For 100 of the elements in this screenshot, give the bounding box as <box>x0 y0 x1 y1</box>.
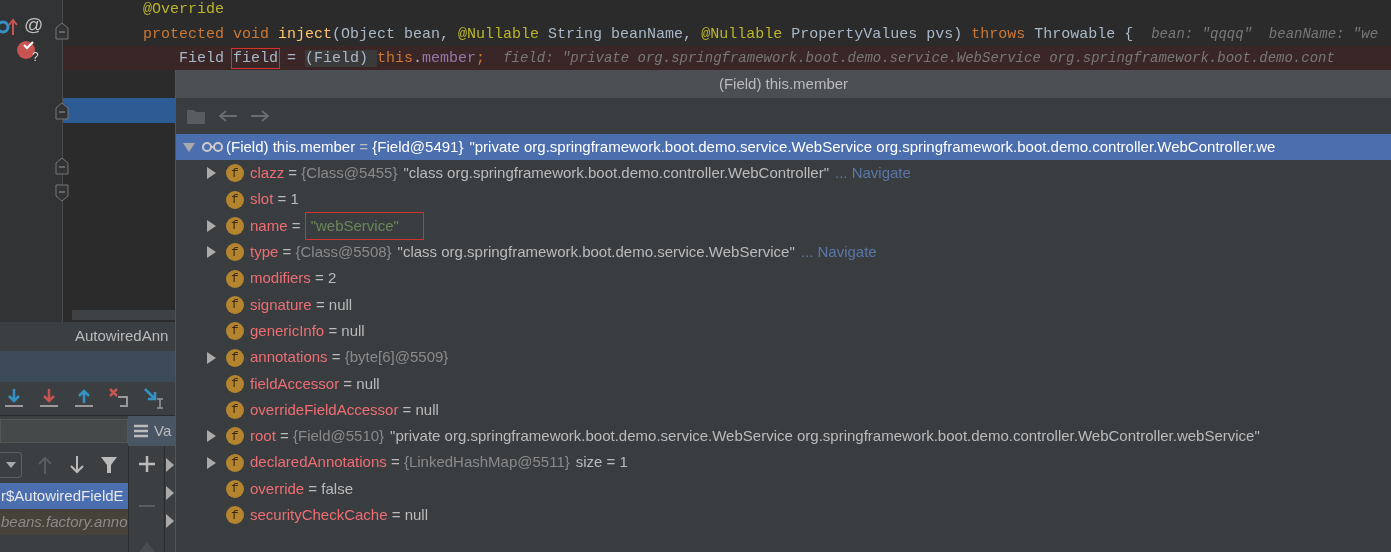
equals-sign: = <box>281 242 293 263</box>
tree-row[interactable]: f slot = 1 <box>176 186 1391 213</box>
forward-arrow-icon[interactable] <box>250 109 270 123</box>
variable-value: null <box>328 294 353 315</box>
field-icon: f <box>226 374 244 393</box>
fold-icon[interactable] <box>54 22 70 40</box>
variable-name: (Field) this.member <box>226 136 356 157</box>
variable-value: "class org.springframework.boot.demo.service.WebService" <box>397 242 795 263</box>
down-arrow-icon[interactable] <box>68 454 86 475</box>
variable-value: null <box>415 399 439 420</box>
run-to-cursor-icon[interactable] <box>143 387 165 410</box>
variable-value: 2 <box>327 268 337 289</box>
object-reference: {Field@5510} <box>292 426 385 447</box>
field-icon: f <box>226 269 244 288</box>
variable-value: "class org.springframework.boot.demo.controller.WebController" <box>403 163 829 184</box>
variable-name: overrideFieldAccessor <box>250 399 399 420</box>
tree-row[interactable]: f override = false <box>176 475 1391 503</box>
field-icon: f <box>226 295 244 314</box>
frame-dropdown[interactable] <box>0 451 22 478</box>
fold-icon[interactable] <box>54 184 70 202</box>
tree-row[interactable]: f clazz = {Class@5455} "class org.springframework.boot.demo.controller.WebController" ... Navigate <box>176 160 1391 187</box>
tree-row[interactable]: f signature = null <box>176 291 1391 319</box>
expand-triangle-icon[interactable] <box>204 350 218 365</box>
tree-row[interactable]: (Field) this.member = {Field@5491} "private org.springframework.boot.demo.service.WebService org.springframework.boot.demo.controller.WebController.we <box>176 134 1391 161</box>
equals-sign: = <box>314 268 325 289</box>
field-icon: f <box>226 506 244 525</box>
equals-sign: = <box>330 347 342 368</box>
field-icon: f <box>226 243 244 262</box>
popup-title: (Field) this.member <box>718 73 849 94</box>
variable-value: null <box>356 373 380 394</box>
equals-sign: = <box>276 189 288 210</box>
step-into-icon[interactable] <box>38 387 60 410</box>
tree-row[interactable]: f declaredAnnotations = {LinkedHashMap@5511} size = 1 <box>176 449 1391 476</box>
stack-frame[interactable]: r$AutowiredFieldE <box>0 483 128 509</box>
variable-value: false <box>321 478 353 499</box>
equals-sign: = <box>390 505 402 526</box>
expand-triangle-icon[interactable] <box>166 486 174 500</box>
tree-row[interactable]: f securityCheckCache = null <box>176 502 1391 529</box>
variable-value: null <box>404 505 429 526</box>
stack-frame[interactable]: beans.factory.anno <box>0 509 128 535</box>
field-icon: f <box>226 164 244 183</box>
variable-name: declaredAnnotations <box>250 452 387 473</box>
input-field[interactable] <box>0 418 128 443</box>
caret-icon <box>5 461 16 468</box>
object-reference: {LinkedHashMap@5511} <box>403 452 570 473</box>
at-sign-icon[interactable]: @ <box>24 15 44 35</box>
variable-name: clazz <box>250 163 285 184</box>
equals-sign: = <box>290 215 302 236</box>
variable-name: annotations <box>250 347 328 368</box>
code-line: @Override <box>142 0 225 20</box>
back-arrow-icon[interactable] <box>218 109 238 123</box>
field-icon: f <box>226 348 244 367</box>
object-reference: {Class@5508} <box>295 242 392 263</box>
field-icon: f <box>226 401 244 420</box>
variable-name: fieldAccessor <box>250 373 340 394</box>
tree-row[interactable]: f genericInfo = null <box>176 318 1391 345</box>
equals-sign: = <box>327 320 339 341</box>
expand-triangle-icon[interactable] <box>204 219 218 234</box>
tree-row[interactable]: f name = "webService" <box>176 212 1391 240</box>
variable-value: "private org.springframework.boot.demo.service.WebService org.springframework.boot.demo.controller.WebController.webService" <box>390 426 1260 447</box>
tree-row[interactable]: f root = {Field@5510} "private org.springframework.boot.demo.service.WebService org.springframework.boot.demo.controller.WebController.webService" <box>176 423 1391 450</box>
equals-sign: = <box>358 136 370 157</box>
drop-frame-icon[interactable] <box>108 387 130 410</box>
tree-row[interactable]: f fieldAccessor = null <box>176 370 1391 397</box>
variables-tab[interactable]: Va <box>128 415 175 446</box>
equals-sign: = <box>307 478 319 499</box>
step-over-icon[interactable] <box>3 387 25 410</box>
tree-row[interactable]: f type = {Class@5508} "class org.springframework.boot.demo.service.WebService" ... Navigate <box>176 239 1391 266</box>
tree-row[interactable]: f annotations = {byte[6]@5509} <box>176 344 1391 371</box>
tree-row[interactable]: f overrideFieldAccessor = null <box>176 396 1391 424</box>
circle-arrow-icon[interactable] <box>0 16 20 36</box>
list-icon <box>134 423 148 438</box>
filter-icon[interactable] <box>100 455 118 474</box>
variable-value: size = 1 <box>575 452 628 473</box>
breakpoint-icon[interactable] <box>16 40 38 60</box>
highlighted-variable: field <box>233 50 279 67</box>
tree-row[interactable]: f modifiers = 2 <box>176 265 1391 292</box>
expand-triangle-icon[interactable] <box>166 514 174 528</box>
expand-triangle-icon[interactable] <box>204 245 218 260</box>
field-icon: f <box>226 427 244 446</box>
equals-sign: = <box>389 452 401 473</box>
expand-triangle-icon[interactable] <box>166 458 174 472</box>
variable-name: type <box>250 242 279 263</box>
equals-sign: = <box>314 294 326 315</box>
field-icon: f <box>226 453 244 472</box>
equals-sign: = <box>279 426 290 447</box>
field-icon: f <box>226 217 244 236</box>
expand-triangle-icon[interactable] <box>204 429 218 444</box>
plus-icon[interactable] <box>138 456 155 472</box>
expand-triangle-icon[interactable] <box>204 166 218 181</box>
variable-name: genericInfo <box>250 320 325 341</box>
object-reference: {byte[6]@5509} <box>344 347 449 368</box>
inline-value-hint: field: "private org.springframework.boot.demo.service.WebService org.springframework.boot.demo.cont <box>503 50 1335 66</box>
question-mark: ? <box>32 50 39 64</box>
fold-icon[interactable] <box>54 157 70 175</box>
step-out-icon[interactable] <box>73 387 95 410</box>
expand-triangle-icon[interactable] <box>204 455 218 470</box>
variable-name: securityCheckCache <box>250 505 388 526</box>
equals-sign: = <box>287 163 299 184</box>
variable-name: name <box>250 215 288 236</box>
